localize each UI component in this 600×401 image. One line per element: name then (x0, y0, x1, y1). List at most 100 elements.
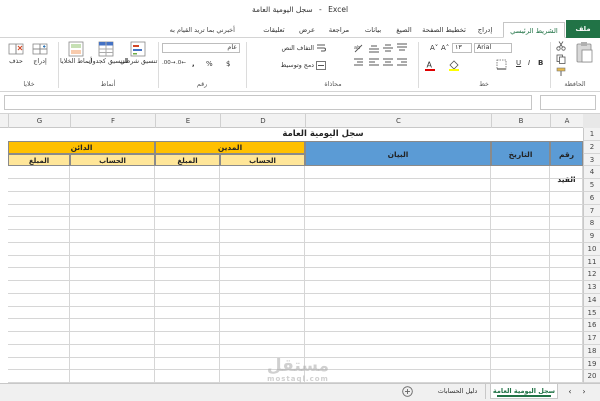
column-header-f[interactable]: F (70, 114, 155, 128)
grid-cell[interactable] (550, 306, 583, 320)
grid-cell[interactable] (155, 191, 220, 205)
insert-cells-icon[interactable] (32, 41, 48, 57)
grid-cell[interactable] (8, 217, 70, 230)
grid-cell[interactable] (491, 344, 550, 358)
row-header[interactable]: 8 (583, 217, 600, 230)
grid-cell[interactable] (550, 293, 583, 307)
grid-cell[interactable] (491, 306, 550, 320)
font-color-icon[interactable]: A (424, 59, 436, 71)
column-header-e[interactable]: E (155, 114, 220, 128)
row-header[interactable]: 17 (583, 332, 600, 345)
row-header[interactable]: 19 (583, 357, 600, 371)
row-header[interactable]: 18 (583, 344, 600, 358)
grid-cell[interactable] (305, 191, 491, 205)
grid-cell[interactable] (155, 230, 220, 243)
grid-cell[interactable] (491, 332, 550, 345)
grid-cell[interactable] (8, 179, 70, 192)
grid-cell[interactable] (220, 268, 305, 281)
horizontal-scrollbar[interactable] (8, 384, 400, 399)
align-left-icon[interactable] (368, 58, 380, 68)
grid-cell[interactable] (305, 319, 491, 332)
grid-cell[interactable] (155, 255, 220, 269)
grid-cell[interactable] (70, 242, 155, 256)
grid-cell[interactable] (220, 332, 305, 345)
row-header[interactable]: 6 (583, 191, 600, 205)
grid-cell[interactable] (70, 319, 155, 332)
align-right-icon[interactable] (396, 58, 408, 68)
grid-cell[interactable] (155, 268, 220, 281)
grid-cell[interactable] (8, 370, 70, 383)
grid-cell[interactable] (491, 166, 550, 179)
grid-cell[interactable] (8, 357, 70, 371)
insert-cells-button[interactable]: إدراج (26, 58, 54, 65)
grid-cell[interactable] (550, 332, 583, 345)
grid-cell[interactable] (155, 319, 220, 332)
grid-cell[interactable] (155, 217, 220, 230)
row-header[interactable]: 5 (583, 179, 600, 192)
header-entry-number[interactable]: رقم القيد (550, 140, 583, 184)
merge-center-button[interactable]: دمج وتوسيط (262, 62, 314, 69)
grid-cell[interactable] (305, 204, 491, 218)
grid-cell[interactable] (491, 370, 550, 383)
grid-cell[interactable] (550, 166, 583, 179)
add-sheet-icon[interactable] (402, 386, 413, 397)
grid-cell[interactable] (70, 293, 155, 307)
row-header[interactable]: 20 (583, 370, 600, 383)
grid-cell[interactable] (8, 344, 70, 358)
grid-cell[interactable] (220, 319, 305, 332)
tab-home[interactable]: الشريط الرئيسي (503, 22, 565, 38)
grid-cell[interactable] (155, 281, 220, 294)
comma-style-icon[interactable]: , (192, 60, 195, 68)
tab-data[interactable]: بيانات (358, 22, 388, 38)
cell-styles-button[interactable]: أنماط الخلايا (60, 58, 92, 65)
grid-cell[interactable] (491, 204, 550, 218)
tell-me-search[interactable]: أخبرني بما تريد القيام به (140, 22, 235, 38)
grid-cell[interactable] (491, 179, 550, 192)
grid-cell[interactable] (70, 268, 155, 281)
tab-review[interactable]: مراجعة (322, 22, 356, 38)
row-header[interactable]: 12 (583, 268, 600, 281)
column-header-g[interactable]: G (8, 114, 70, 128)
wrap-text-button[interactable]: التفاف النص (266, 45, 314, 52)
column-header-d[interactable]: D (220, 114, 305, 128)
number-format-dropdown[interactable]: عام (162, 43, 240, 53)
column-header-c[interactable]: C (305, 114, 491, 128)
grid-cell[interactable] (491, 268, 550, 281)
row-header[interactable]: 14 (583, 293, 600, 307)
bold-icon[interactable]: B (538, 59, 543, 67)
grid-cell[interactable] (8, 166, 70, 179)
cell-styles-icon[interactable] (68, 41, 84, 57)
header-debit[interactable]: المدين (155, 140, 305, 154)
grid-cell[interactable] (155, 344, 220, 358)
row-header[interactable]: 2 (583, 140, 600, 154)
grid-cell[interactable] (550, 230, 583, 243)
delete-cells-button[interactable]: حذف (2, 58, 30, 65)
grid-cell[interactable] (70, 370, 155, 383)
grid-cell[interactable] (70, 166, 155, 179)
grid-cell[interactable] (155, 306, 220, 320)
grid-cell[interactable] (155, 293, 220, 307)
grid-cell[interactable] (155, 166, 220, 179)
percent-icon[interactable]: % (206, 60, 213, 68)
increase-font-icon[interactable]: A˄ (441, 44, 449, 52)
grid-cell[interactable] (70, 332, 155, 345)
grid-cell[interactable] (305, 306, 491, 320)
wrap-text-icon[interactable] (316, 44, 326, 53)
borders-icon[interactable] (496, 59, 507, 70)
tab-page-layout[interactable]: تخطيط الصفحة (420, 22, 468, 38)
grid-cell[interactable] (8, 332, 70, 345)
row-header[interactable]: 10 (583, 242, 600, 256)
font-name-dropdown[interactable]: Arial (474, 43, 512, 53)
header-debit-amount[interactable]: المبلغ (155, 153, 220, 167)
font-size-dropdown[interactable]: ١٣ (452, 43, 472, 53)
grid-cell[interactable] (550, 204, 583, 218)
fill-color-icon[interactable] (448, 59, 460, 71)
grid-cell[interactable] (8, 268, 70, 281)
grid-cell[interactable] (220, 204, 305, 218)
header-debit-account[interactable]: الحساب (220, 153, 305, 167)
grid-cell[interactable] (155, 204, 220, 218)
align-center-icon[interactable] (382, 58, 394, 68)
grid-cell[interactable] (550, 268, 583, 281)
merge-center-icon[interactable] (316, 61, 326, 70)
tab-file[interactable]: ملف (566, 20, 600, 38)
